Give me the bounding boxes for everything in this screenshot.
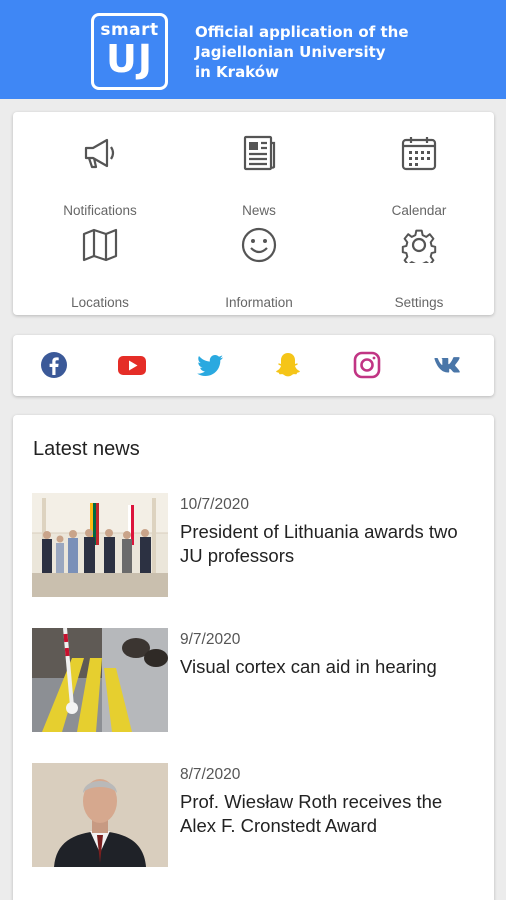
news-date: 10/7/2020	[180, 496, 249, 513]
news-item[interactable]: 8/7/2020 Prof. Wiesław Roth receives the…	[32, 763, 482, 867]
menu-item-label: Information	[225, 295, 293, 310]
menu-item-settings[interactable]: Settings	[339, 227, 499, 317]
newspaper-icon	[243, 135, 276, 171]
news-heading: Latest news	[33, 438, 140, 460]
news-date: 8/7/2020	[180, 766, 241, 783]
menu-item-label: Calendar	[391, 203, 447, 218]
gear-icon	[401, 229, 437, 263]
news-thumbnail	[32, 763, 168, 867]
app-header: smart UJ Official application of the Jag…	[0, 0, 506, 99]
menu-item-news[interactable]: News	[179, 135, 339, 225]
smart-uj-logo: smart UJ	[91, 13, 168, 90]
header-title-line: Jagiellonian University	[195, 43, 386, 61]
menu-item-locations[interactable]: Locations	[20, 227, 180, 317]
menu-item-notifications[interactable]: Notifications	[20, 135, 180, 225]
smiley-icon	[241, 227, 277, 263]
news-title: Visual cortex can aid in hearing	[180, 656, 437, 677]
megaphone-icon	[84, 138, 115, 169]
news-thumbnail	[32, 493, 168, 597]
menu-item-label: Locations	[71, 295, 129, 310]
menu-item-calendar[interactable]: Calendar	[339, 135, 499, 225]
menu-item-label: Settings	[394, 295, 444, 310]
news-title: President of Lithuania awards two JU pro…	[180, 521, 458, 566]
header-title: Official application of the Jagiellonian…	[195, 22, 495, 82]
youtube-icon[interactable]	[116, 349, 148, 381]
news-item[interactable]: 9/7/2020 Visual cortex can aid in hearin…	[32, 628, 482, 732]
menu-card: Notifications News Calendar Locations In…	[13, 112, 494, 315]
map-icon	[82, 228, 118, 262]
header-title-line: Official application of the	[195, 23, 409, 41]
menu-item-information[interactable]: Information	[179, 227, 339, 317]
header-title-line: in Kraków	[195, 63, 279, 81]
facebook-icon[interactable]	[38, 349, 70, 381]
snapchat-icon[interactable]	[272, 349, 304, 381]
news-card: Latest news 10/7/2020 President of Lithu…	[13, 415, 494, 900]
calendar-icon	[401, 137, 437, 171]
news-thumbnail	[32, 628, 168, 732]
news-item[interactable]: 10/7/2020 President of Lithuania awards …	[32, 493, 482, 597]
menu-item-label: News	[242, 203, 276, 218]
twitter-icon[interactable]	[194, 349, 226, 381]
menu-item-label: Notifications	[63, 203, 137, 218]
social-card	[13, 335, 494, 396]
news-title: Prof. Wiesław Roth receives the Alex F. …	[180, 791, 443, 836]
news-date: 9/7/2020	[180, 631, 241, 648]
vk-icon[interactable]	[430, 349, 462, 381]
instagram-icon[interactable]	[351, 349, 383, 381]
logo-text-big: UJ	[106, 37, 153, 81]
